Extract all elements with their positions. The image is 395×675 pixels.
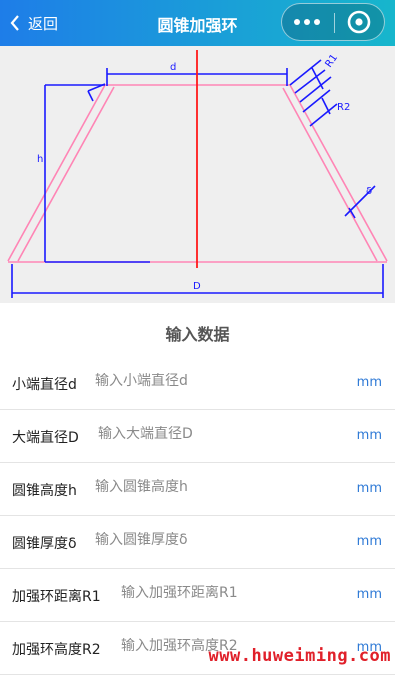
label-R2: R2 xyxy=(337,102,350,113)
label-delta: δ xyxy=(366,186,372,197)
unit-label: mm xyxy=(356,428,382,443)
cone-height-input[interactable] xyxy=(95,479,325,495)
field-label: 小端直径d xyxy=(12,377,77,393)
unit-label: mm xyxy=(356,481,382,496)
cone-diagram: d h D R1 R2 δ xyxy=(0,46,395,303)
field-label: 圆锥高度h xyxy=(12,483,77,499)
cone-thickness-input[interactable] xyxy=(95,532,325,548)
close-miniprogram-icon[interactable] xyxy=(335,4,385,40)
unit-label: mm xyxy=(356,587,382,602)
watermark: www.huweiming.com xyxy=(208,646,391,666)
field-label: 加强环高度R2 xyxy=(12,642,101,658)
field-label: 加强环距离R1 xyxy=(12,589,101,605)
reinforcing-ring xyxy=(289,59,376,219)
unit-label: mm xyxy=(356,375,382,390)
form-title: 输入数据 xyxy=(165,325,230,344)
label-d: d xyxy=(170,62,176,73)
unit-label: mm xyxy=(356,534,382,549)
label-D: D xyxy=(193,281,201,292)
label-h: h xyxy=(37,154,43,165)
input-row-cone-thickness: 圆锥厚度δ mm xyxy=(0,516,395,569)
large-diameter-input[interactable] xyxy=(98,426,328,442)
label-R1: R1 xyxy=(323,53,340,70)
field-label: 大端直径D xyxy=(12,430,79,446)
input-row-ring-distance: 加强环距离R1 mm xyxy=(0,569,395,622)
field-label: 圆锥厚度δ xyxy=(12,536,77,552)
input-row-large-diameter: 大端直径D mm xyxy=(0,410,395,463)
menu-capsule xyxy=(281,3,385,41)
left-ring-marker xyxy=(87,83,106,102)
ring-distance-input[interactable] xyxy=(121,585,351,601)
small-diameter-input[interactable] xyxy=(95,373,325,389)
input-list: 小端直径d mm 大端直径D mm 圆锥高度h mm 圆锥厚度δ mm 加强环距… xyxy=(0,357,395,675)
input-row-small-diameter: 小端直径d mm xyxy=(0,357,395,410)
input-row-cone-height: 圆锥高度h mm xyxy=(0,463,395,516)
more-options-icon[interactable] xyxy=(290,4,334,42)
navigation-bar: 返回 圆锥加强环 xyxy=(0,0,395,46)
